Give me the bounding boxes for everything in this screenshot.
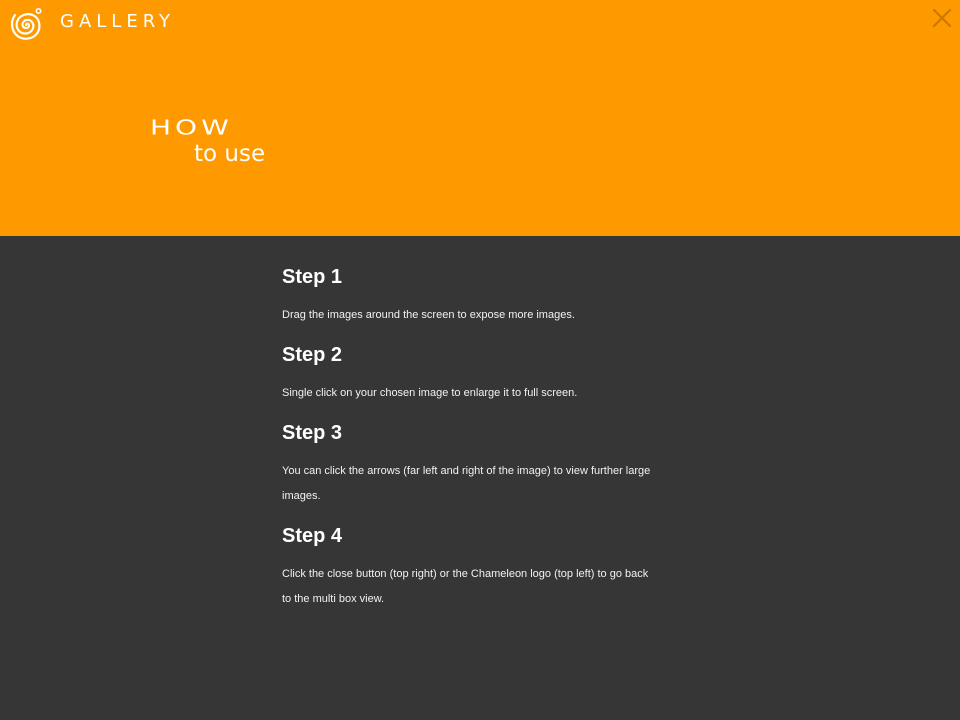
header-banner: GALLERY HOW to use <box>0 0 960 236</box>
step-text: You can click the arrows (far left and r… <box>282 465 651 502</box>
chameleon-logo[interactable]: GALLERY <box>6 4 175 44</box>
step-title: Step 2 <box>282 344 343 366</box>
step-text: Click the close button (top right) or th… <box>282 568 649 605</box>
close-button[interactable] <box>932 8 952 28</box>
step-3: Step 3 You can click the arrows (far lef… <box>282 420 652 509</box>
step-title: Step 1 <box>282 266 343 288</box>
step-text: Single click on your chosen image to enl… <box>282 387 578 399</box>
step-title: Step 3 <box>282 422 343 444</box>
close-icon <box>932 8 952 28</box>
page-title: HOW to use <box>150 115 285 167</box>
page-title-main: HOW <box>150 115 233 140</box>
instructions: Step 1 Drag the images around the screen… <box>282 264 652 626</box>
step-2: Step 2 Single click on your chosen image… <box>282 342 652 406</box>
step-1: Step 1 Drag the images around the screen… <box>282 264 652 328</box>
spiral-logo-icon <box>10 8 42 40</box>
step-4: Step 4 Click the close button (top right… <box>282 523 652 612</box>
step-title: Step 4 <box>282 525 343 547</box>
step-text: Drag the images around the screen to exp… <box>282 309 575 321</box>
page-title-sub: to use <box>194 141 266 167</box>
brand-text: GALLERY <box>60 11 176 32</box>
